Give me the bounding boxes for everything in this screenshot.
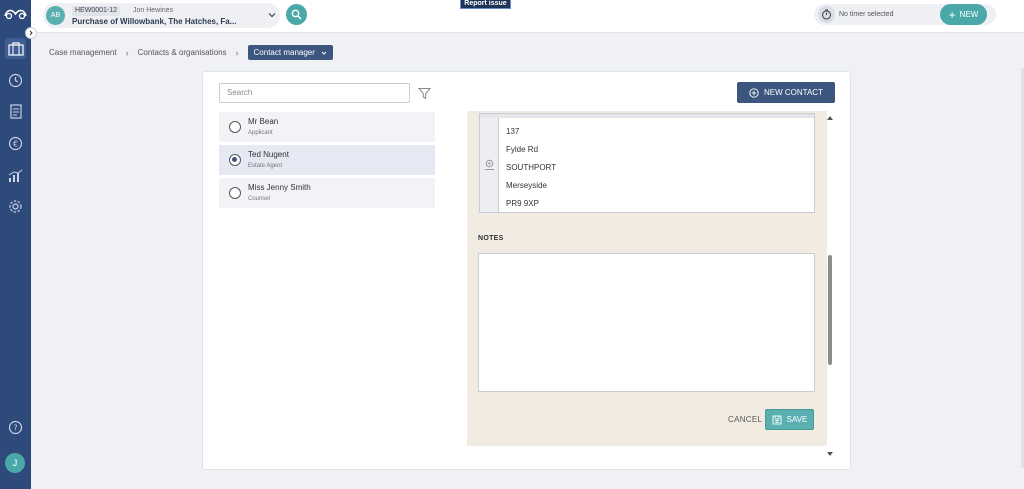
sidebar-expand-icon[interactable]	[25, 27, 37, 39]
contact-item[interactable]: Mr Bean Applicant	[219, 112, 435, 142]
svg-text:€: €	[13, 140, 18, 149]
breadcrumb-current-dropdown[interactable]: Contact manager	[247, 45, 333, 60]
save-button[interactable]: SAVE	[765, 409, 814, 430]
new-button-label: NEW	[959, 10, 979, 19]
documents-icon[interactable]	[5, 101, 26, 122]
contact-name: Mr Bean	[248, 117, 279, 126]
contact-item[interactable]: Ted Nugent Estate Agent	[219, 145, 435, 175]
currency-icon[interactable]: €	[5, 133, 26, 154]
notes-textarea[interactable]	[478, 253, 815, 392]
new-contact-button[interactable]: NEW CONTACT	[737, 82, 835, 103]
address-field[interactable]: 137 Fylde Rd SOUTHPORT Merseyside PR9 9X…	[479, 113, 815, 213]
contact-radio[interactable]	[229, 154, 241, 166]
save-label: SAVE	[786, 415, 808, 424]
contact-radio[interactable]	[229, 187, 241, 199]
breadcrumb-current-label: Contact manager	[253, 48, 315, 57]
report-issue-button[interactable]: Report issue	[460, 0, 511, 9]
settings-icon[interactable]	[5, 196, 26, 217]
filter-icon[interactable]	[418, 87, 431, 100]
scroll-up-arrow-icon[interactable]	[826, 114, 834, 122]
user-avatar[interactable]: J	[5, 453, 25, 473]
help-icon[interactable]: ?	[5, 417, 26, 438]
cancel-button[interactable]: CANCEL	[728, 415, 762, 424]
breadcrumb-item-case-management[interactable]: Case management	[49, 48, 117, 57]
global-search-button[interactable]	[286, 4, 307, 25]
breadcrumb-item-contacts[interactable]: Contacts & organisations	[138, 48, 227, 57]
logo-icon[interactable]	[4, 6, 27, 20]
contact-search-input[interactable]: Search	[219, 83, 410, 103]
search-icon	[291, 9, 302, 20]
clock-icon[interactable]	[5, 70, 26, 91]
matter-avatar: AB	[46, 6, 65, 25]
chevron-down-icon[interactable]	[268, 11, 276, 19]
new-button[interactable]: + NEW	[940, 4, 987, 25]
location-pin-icon	[485, 159, 494, 170]
svg-text:?: ?	[13, 424, 17, 433]
cases-icon[interactable]	[5, 38, 26, 59]
address-line: Merseyside	[506, 181, 547, 190]
plus-circle-icon	[749, 87, 759, 98]
contact-role: Applicant	[248, 130, 273, 136]
matter-selector[interactable]: AB HEW0001-12 Jon Hewines Purchase of Wi…	[43, 3, 280, 28]
save-icon	[772, 415, 782, 424]
matter-user: Jon Hewines	[133, 7, 174, 14]
contact-radio[interactable]	[229, 121, 241, 133]
timer-status: No timer selected	[839, 11, 894, 18]
contact-role: Estate Agent	[248, 163, 283, 169]
reports-icon[interactable]	[5, 165, 26, 186]
address-gutter	[480, 118, 499, 212]
scrollbar-thumb[interactable]	[828, 255, 832, 365]
plus-icon: +	[948, 7, 956, 22]
address-line: Fylde Rd	[506, 145, 539, 154]
address-header-strip	[480, 114, 814, 118]
chevron-down-icon	[321, 51, 327, 55]
contact-item[interactable]: Miss Jenny Smith Counsel	[219, 178, 435, 208]
chevron-right-icon: ›	[235, 47, 239, 58]
address-line: SOUTHPORT	[506, 163, 557, 172]
address-line: PR9 9XP	[506, 199, 539, 208]
left-sidebar: € ? J	[0, 0, 31, 489]
notes-label: NOTES	[478, 235, 504, 242]
contact-role: Counsel	[248, 196, 271, 202]
contact-name: Miss Jenny Smith	[248, 183, 311, 192]
contact-name: Ted Nugent	[248, 150, 289, 159]
contact-manager-card: Search Mr Bean Applicant Ted Nugent Esta…	[202, 71, 851, 470]
stopwatch-icon	[818, 6, 835, 23]
matter-title: Purchase of Willowbank, The Hatches, Fa.…	[72, 17, 237, 26]
top-header: AB HEW0001-12 Jon Hewines Purchase of Wi…	[31, 0, 1024, 33]
chevron-right-icon: ›	[125, 47, 129, 58]
breadcrumb: Case management › Contacts & organisatio…	[49, 45, 333, 60]
address-line: 137	[506, 127, 520, 136]
new-contact-label: NEW CONTACT	[764, 88, 823, 97]
scroll-down-arrow-icon[interactable]	[826, 450, 834, 458]
matter-code: HEW0001-12	[72, 6, 121, 16]
contact-detail-panel: 137 Fylde Rd SOUTHPORT Merseyside PR9 9X…	[467, 111, 827, 446]
